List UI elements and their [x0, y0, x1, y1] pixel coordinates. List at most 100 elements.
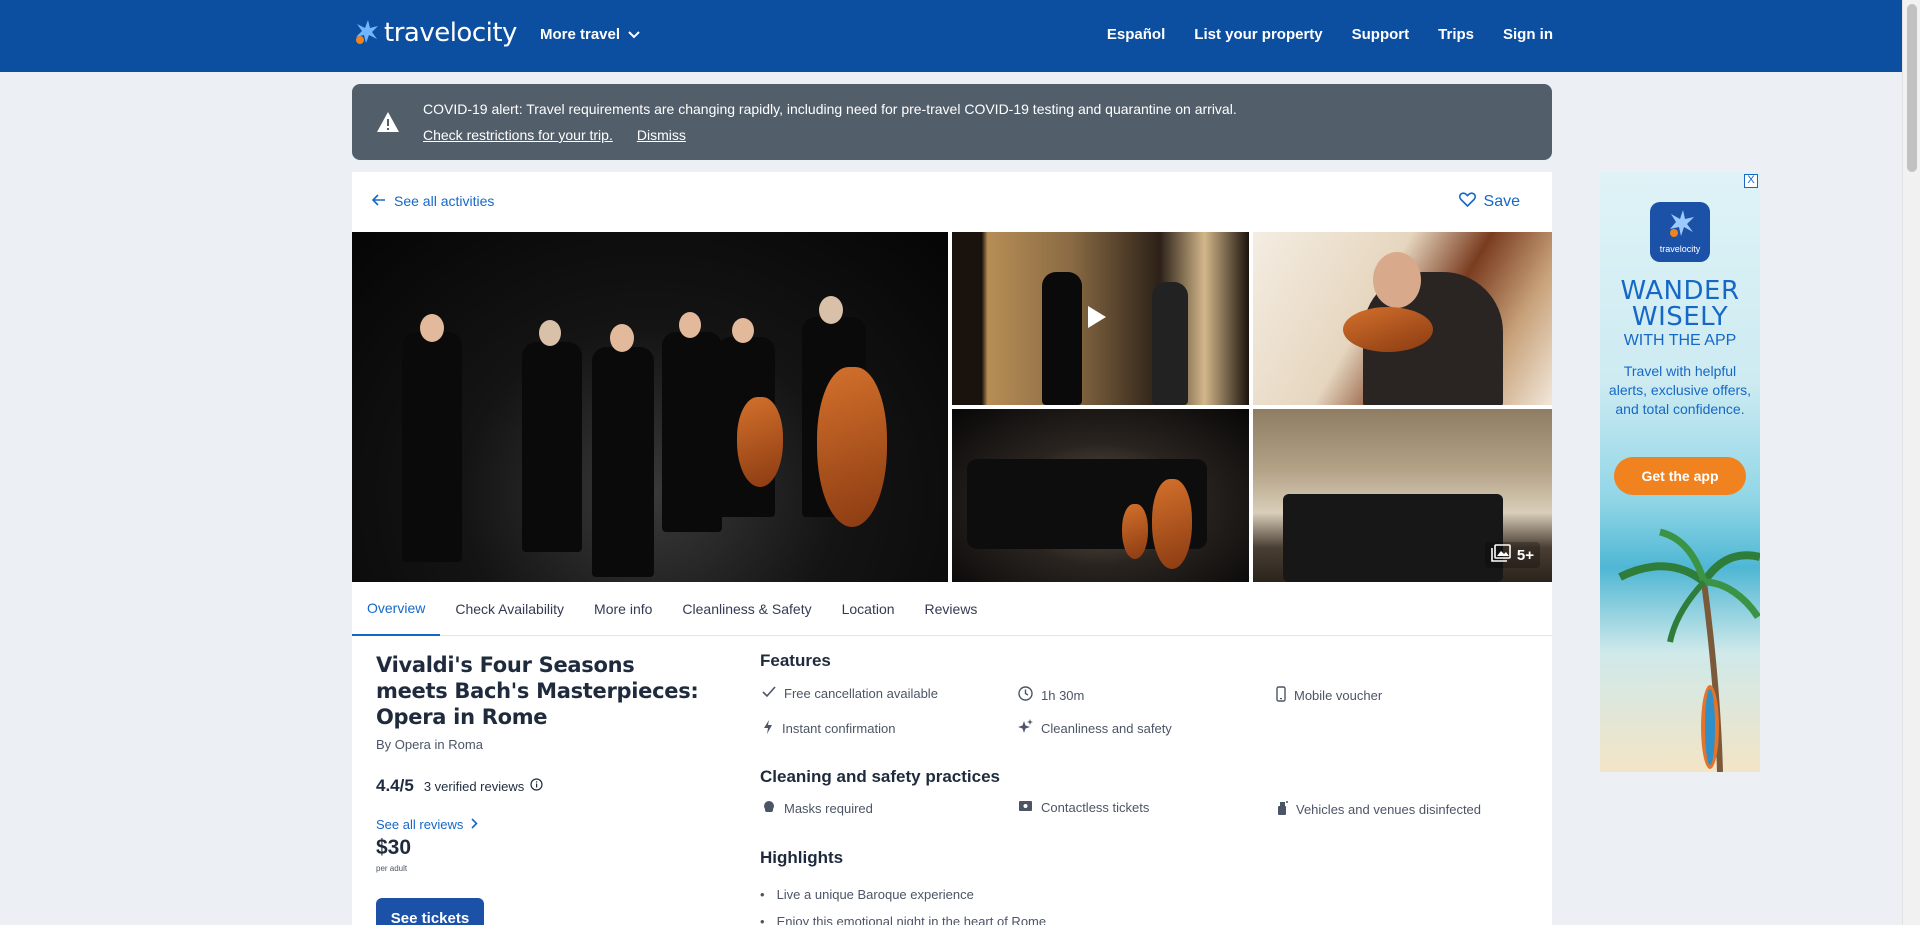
mask-icon	[762, 800, 776, 817]
close-ad-button[interactable]: X	[1744, 174, 1758, 188]
feature-label: Mobile voucher	[1294, 688, 1383, 703]
feature-duration: 1h 30m	[1018, 686, 1084, 704]
lightning-icon	[762, 719, 774, 738]
nav-list-property[interactable]: List your property	[1194, 26, 1322, 43]
ad-headline: WANDER WISELY	[1620, 276, 1740, 332]
activity-title: Vivaldi's Four Seasons meets Bach's Mast…	[376, 653, 699, 729]
church-performance-photo[interactable]: 5+	[1253, 409, 1552, 582]
see-all-activities-link[interactable]: See all activities	[371, 193, 495, 209]
rating-score: 4.4/5	[376, 776, 414, 795]
list-item: • Live a unique Baroque experience	[760, 887, 974, 902]
feature-cleanliness: Cleanliness and safety	[1018, 719, 1172, 737]
header-nav: Español List your property Support Trips…	[1107, 26, 1553, 43]
review-count: 3 verified reviews	[424, 778, 543, 794]
page-scrollbar[interactable]	[1902, 0, 1920, 925]
see-all-reviews-label: See all reviews	[376, 817, 464, 832]
star-logo-icon	[352, 18, 380, 48]
section-tabs: Overview Check Availability More info Cl…	[352, 582, 1552, 636]
musician-head	[732, 318, 754, 343]
dismiss-link[interactable]: Dismiss	[637, 127, 686, 143]
tab-more-info[interactable]: More info	[579, 582, 667, 636]
musician-figure	[662, 332, 722, 532]
photo-gallery: 5+	[352, 232, 1552, 582]
practice-label: Contactless tickets	[1041, 800, 1150, 815]
nav-language[interactable]: Español	[1107, 26, 1165, 43]
activity-provider: By Opera in Roma	[376, 737, 483, 752]
covid-alert-links: Check restrictions for your trip. Dismis…	[423, 127, 686, 143]
nav-support[interactable]: Support	[1352, 26, 1410, 43]
highlight-text: Live a unique Baroque experience	[776, 887, 974, 902]
list-item: • Enjoy this emotional night in the heart…	[760, 914, 1046, 925]
rating-summary: 4.4/5 3 verified reviews	[376, 776, 543, 796]
tab-check-availability[interactable]: Check Availability	[440, 582, 579, 636]
more-travel-menu[interactable]: More travel	[540, 26, 640, 43]
checkmark-icon	[762, 686, 776, 701]
warning-icon	[376, 111, 400, 138]
app-advertisement[interactable]: X travelocity WANDER WISELY WITH THE APP…	[1600, 172, 1760, 772]
gallery-icon	[1491, 544, 1511, 566]
mobile-phone-icon	[1276, 686, 1286, 705]
info-icon[interactable]	[530, 778, 543, 794]
more-photos-badge[interactable]: 5+	[1484, 542, 1540, 568]
chevron-down-icon	[628, 26, 640, 43]
tab-cleanliness-safety[interactable]: Cleanliness & Safety	[667, 582, 826, 636]
musician-head	[819, 296, 843, 324]
save-button[interactable]: Save	[1458, 192, 1520, 212]
ticket-icon	[1018, 800, 1033, 815]
practice-disinfected: Vehicles and venues disinfected	[1276, 800, 1481, 819]
highlights-heading: Highlights	[760, 848, 844, 867]
feature-instant-confirmation: Instant confirmation	[762, 719, 895, 738]
orchestra-photo[interactable]	[952, 409, 1249, 582]
palm-tree-illustration	[1618, 528, 1760, 772]
covid-alert-text: COVID-19 alert: Travel requirements are …	[423, 101, 1237, 117]
main-photo[interactable]	[352, 232, 948, 582]
musician-figure	[522, 342, 582, 552]
ad-body-text: Travel with helpful alerts, exclusive of…	[1608, 363, 1752, 417]
musician-head	[420, 314, 444, 342]
practice-label: Vehicles and venues disinfected	[1296, 802, 1482, 817]
musician-head	[679, 312, 701, 338]
activity-panel: See all activities Save 5+ Overview Chec…	[352, 172, 1552, 925]
highlight-text: Enjoy this emotional night in the heart …	[776, 914, 1047, 925]
highlights-list: • Live a unique Baroque experience • Enjoy…	[760, 887, 1046, 925]
brand-name: travelocity	[384, 18, 517, 48]
travelocity-logo[interactable]: travelocity	[352, 18, 517, 48]
chevron-right-icon	[471, 817, 479, 832]
covid-alert-banner: COVID-19 alert: Travel requirements are …	[352, 84, 1552, 160]
feature-label: Free cancellation available	[784, 686, 938, 701]
tab-location[interactable]: Location	[827, 582, 910, 636]
features-heading: Features	[760, 651, 831, 670]
review-count-label: 3 verified reviews	[423, 778, 525, 794]
orchestra-group	[1283, 494, 1503, 582]
see-tickets-button[interactable]: See tickets	[376, 898, 484, 925]
scrollbar-thumb[interactable]	[1907, 4, 1917, 172]
app-logo: travelocity	[1650, 202, 1710, 262]
double-bass-shape	[1152, 479, 1192, 569]
nav-sign-in[interactable]: Sign in	[1503, 26, 1553, 43]
play-icon[interactable]	[1088, 306, 1106, 328]
get-app-button[interactable]: Get the app	[1614, 457, 1746, 495]
video-thumbnail[interactable]	[952, 232, 1249, 405]
tab-overview[interactable]: Overview	[352, 582, 441, 636]
save-label: Save	[1483, 193, 1520, 210]
violinist-photo[interactable]	[1253, 232, 1552, 405]
cello-shape	[1122, 504, 1148, 559]
practice-contactless: Contactless tickets	[1018, 800, 1149, 815]
see-all-activities-label: See all activities	[394, 193, 495, 209]
musician-figure	[1152, 282, 1188, 405]
price-unit: per adult	[376, 864, 408, 873]
musician-head	[1373, 252, 1421, 308]
see-all-reviews-link[interactable]: See all reviews	[376, 817, 479, 832]
app-logo-text: travelocity	[1659, 244, 1701, 254]
nav-trips[interactable]: Trips	[1438, 26, 1474, 43]
star-logo-icon	[1670, 210, 1694, 237]
double-bass-shape	[817, 367, 887, 527]
cello-shape	[737, 397, 783, 487]
price: $30	[376, 836, 412, 859]
musician-figure	[592, 347, 654, 577]
heart-icon	[1458, 192, 1476, 212]
feature-mobile-voucher: Mobile voucher	[1276, 686, 1382, 705]
check-restrictions-link[interactable]: Check restrictions for your trip.	[423, 127, 613, 143]
tab-reviews[interactable]: Reviews	[910, 582, 993, 636]
feature-label: 1h 30m	[1041, 687, 1085, 703]
